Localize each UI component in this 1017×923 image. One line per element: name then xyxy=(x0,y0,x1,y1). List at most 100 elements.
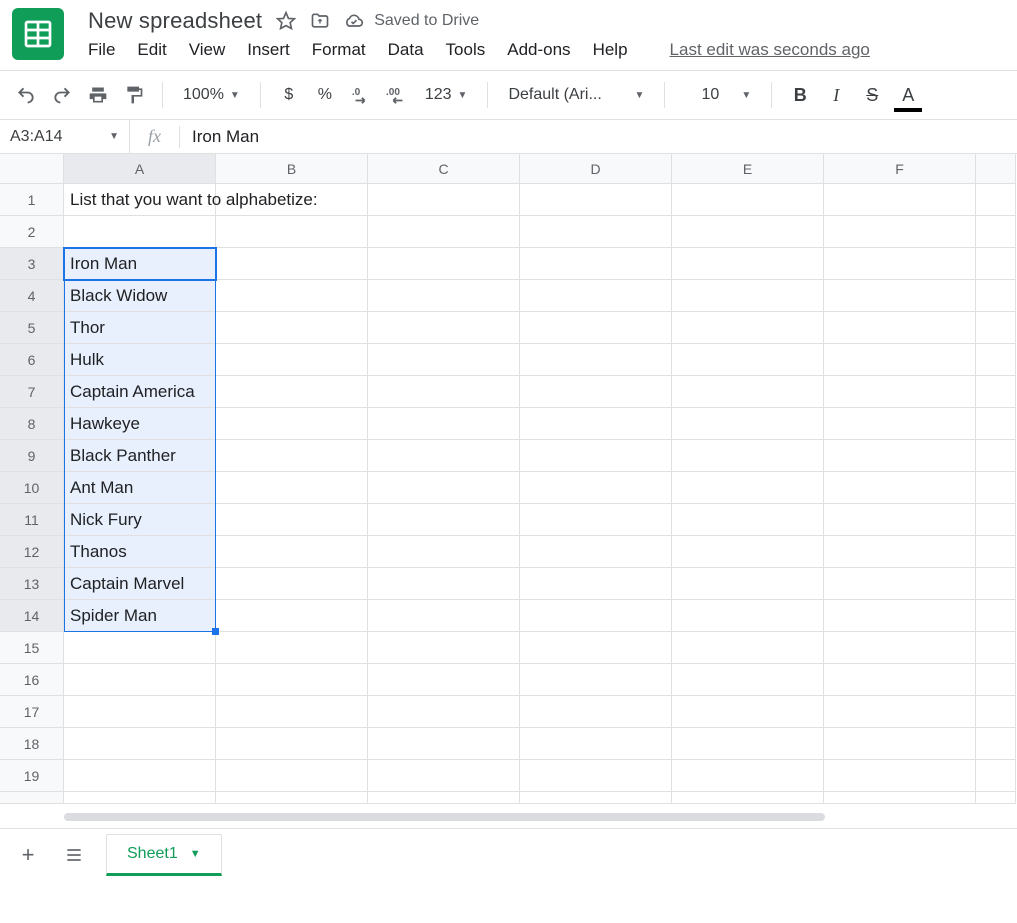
cloud-saved-icon[interactable] xyxy=(344,11,364,31)
row-header[interactable]: 11 xyxy=(0,504,64,536)
cell[interactable] xyxy=(672,472,824,504)
cell[interactable] xyxy=(368,472,520,504)
cell[interactable] xyxy=(976,760,1016,792)
cell[interactable] xyxy=(216,696,368,728)
horizontal-scrollbar[interactable] xyxy=(12,810,1005,824)
currency-button[interactable]: $ xyxy=(275,81,303,109)
cell[interactable] xyxy=(520,184,672,216)
cell[interactable] xyxy=(64,216,216,248)
row-header[interactable]: 19 xyxy=(0,760,64,792)
number-format-dropdown[interactable]: 123 ▼ xyxy=(419,86,474,104)
cell[interactable]: Captain Marvel xyxy=(64,568,216,600)
cell[interactable] xyxy=(824,408,976,440)
cell[interactable] xyxy=(368,568,520,600)
cell[interactable] xyxy=(216,280,368,312)
sheets-logo[interactable] xyxy=(12,8,64,60)
cell[interactable]: Nick Fury xyxy=(64,504,216,536)
text-color-button[interactable]: A xyxy=(894,81,922,109)
row-header[interactable]: 12 xyxy=(0,536,64,568)
cell[interactable] xyxy=(216,344,368,376)
cell[interactable] xyxy=(976,280,1016,312)
menu-edit[interactable]: Edit xyxy=(137,40,166,60)
cell[interactable] xyxy=(824,280,976,312)
cell[interactable] xyxy=(368,248,520,280)
cell[interactable] xyxy=(368,536,520,568)
menu-data[interactable]: Data xyxy=(388,40,424,60)
cell[interactable] xyxy=(368,344,520,376)
cell[interactable] xyxy=(216,184,368,216)
cell[interactable] xyxy=(520,408,672,440)
cell[interactable] xyxy=(216,504,368,536)
cell[interactable] xyxy=(368,376,520,408)
cell[interactable] xyxy=(216,312,368,344)
cell[interactable] xyxy=(520,664,672,696)
cell[interactable] xyxy=(64,632,216,664)
cell[interactable] xyxy=(216,664,368,696)
cell[interactable] xyxy=(672,760,824,792)
cell[interactable] xyxy=(368,632,520,664)
cell[interactable] xyxy=(520,632,672,664)
cell[interactable] xyxy=(368,728,520,760)
cell[interactable] xyxy=(824,664,976,696)
name-box[interactable]: A3:A14 ▼ xyxy=(0,120,130,153)
row-header[interactable]: 2 xyxy=(0,216,64,248)
paint-format-button[interactable] xyxy=(120,81,148,109)
cell[interactable] xyxy=(824,600,976,632)
row-header[interactable]: 10 xyxy=(0,472,64,504)
cell[interactable] xyxy=(824,248,976,280)
row-header[interactable]: 3 xyxy=(0,248,64,280)
star-icon[interactable] xyxy=(276,11,296,31)
cell[interactable] xyxy=(824,568,976,600)
cell[interactable] xyxy=(368,792,520,804)
bold-button[interactable]: B xyxy=(786,81,814,109)
cell[interactable] xyxy=(824,504,976,536)
cell[interactable] xyxy=(520,440,672,472)
cell[interactable] xyxy=(672,440,824,472)
cell[interactable] xyxy=(520,728,672,760)
redo-button[interactable] xyxy=(48,81,76,109)
cell[interactable] xyxy=(520,344,672,376)
cell[interactable] xyxy=(216,440,368,472)
print-button[interactable] xyxy=(84,81,112,109)
cell[interactable] xyxy=(368,312,520,344)
cell[interactable] xyxy=(520,792,672,804)
row-header[interactable]: 16 xyxy=(0,664,64,696)
add-sheet-button[interactable]: + xyxy=(14,841,42,869)
row-header[interactable]: 1 xyxy=(0,184,64,216)
cell[interactable]: Thor xyxy=(64,312,216,344)
cell[interactable] xyxy=(368,760,520,792)
cell[interactable] xyxy=(824,632,976,664)
cell[interactable] xyxy=(216,632,368,664)
cell[interactable] xyxy=(672,600,824,632)
selection-handle[interactable] xyxy=(212,628,219,635)
cell[interactable] xyxy=(520,248,672,280)
cell[interactable] xyxy=(672,568,824,600)
cell[interactable] xyxy=(824,440,976,472)
row-header[interactable]: 8 xyxy=(0,408,64,440)
cell[interactable] xyxy=(216,248,368,280)
cell[interactable] xyxy=(216,472,368,504)
decrease-decimal-button[interactable]: .0 xyxy=(347,81,375,109)
cell[interactable] xyxy=(64,760,216,792)
row-header[interactable]: 6 xyxy=(0,344,64,376)
row-header[interactable]: 15 xyxy=(0,632,64,664)
cell[interactable] xyxy=(672,248,824,280)
cell[interactable] xyxy=(216,760,368,792)
cell[interactable] xyxy=(824,376,976,408)
cell[interactable]: Thanos xyxy=(64,536,216,568)
cell[interactable] xyxy=(672,280,824,312)
cell[interactable] xyxy=(368,184,520,216)
menu-view[interactable]: View xyxy=(189,40,226,60)
cell[interactable] xyxy=(520,760,672,792)
cell[interactable]: Hulk xyxy=(64,344,216,376)
row-header[interactable]: 13 xyxy=(0,568,64,600)
cell[interactable] xyxy=(216,568,368,600)
cell[interactable]: Spider Man xyxy=(64,600,216,632)
column-header[interactable]: B xyxy=(216,154,368,184)
cell[interactable] xyxy=(976,376,1016,408)
menu-addons[interactable]: Add-ons xyxy=(507,40,570,60)
cell[interactable] xyxy=(824,312,976,344)
cell[interactable] xyxy=(520,696,672,728)
cell[interactable] xyxy=(672,184,824,216)
cell[interactable] xyxy=(520,472,672,504)
